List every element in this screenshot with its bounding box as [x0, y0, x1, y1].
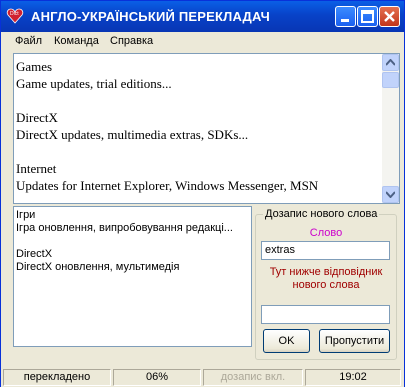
- source-line: Updates for Internet Explorer, Windows M…: [16, 178, 319, 193]
- minimize-icon: [341, 19, 349, 22]
- source-line: Game updates, trial editions...: [16, 76, 172, 91]
- source-line: [16, 143, 384, 160]
- menu-file[interactable]: Файл: [15, 35, 42, 47]
- maximize-button[interactable]: [357, 6, 378, 27]
- source-text: Games Game updates, trial editions... Di…: [16, 58, 384, 194]
- title-bar[interactable]: Dict АНГЛО-УКРАЇНСЬКИЙ ПЕРЕКЛАДАЧ: [1, 1, 404, 32]
- translator-window: Dict АНГЛО-УКРАЇНСЬКИЙ ПЕРЕКЛАДАЧ Файл К…: [0, 0, 405, 387]
- close-icon: [384, 11, 395, 22]
- source-line: [16, 92, 384, 109]
- window-title: АНГЛО-УКРАЇНСЬКИЙ ПЕРЕКЛАДАЧ: [31, 9, 270, 24]
- status-bar: перекладено 06% дозапис вкл. 19:02: [1, 366, 404, 387]
- scroll-up-button[interactable]: [382, 54, 399, 71]
- scroll-thumb[interactable]: [382, 72, 399, 88]
- translation-line: [16, 235, 233, 248]
- source-line: DirectX updates, multimedia extras, SDKs…: [16, 127, 249, 142]
- menu-bar: Файл Команда Справка: [1, 32, 404, 51]
- word-field[interactable]: extras: [261, 241, 390, 260]
- source-scrollbar[interactable]: [382, 54, 399, 203]
- translation-text-area[interactable]: Ігри Ігра оновлення, випробовування реда…: [13, 206, 252, 347]
- minimize-button[interactable]: [335, 6, 356, 27]
- svg-text:Dict: Dict: [10, 11, 19, 17]
- close-button[interactable]: [379, 6, 400, 27]
- translation-line: Ігра оновлення, випробовування редакці..…: [16, 222, 233, 234]
- source-line: Internet: [16, 161, 57, 176]
- status-progress: 06%: [113, 369, 201, 386]
- translation-answer-field[interactable]: [261, 305, 390, 324]
- menu-help[interactable]: Справка: [110, 35, 153, 47]
- source-text-area[interactable]: Games Game updates, trial editions... Di…: [13, 53, 400, 204]
- translation-line: DirectX: [16, 248, 53, 260]
- translation-line: Ігри: [16, 209, 36, 221]
- maximize-icon: [361, 10, 374, 23]
- scroll-down-button[interactable]: [382, 186, 399, 203]
- ok-button[interactable]: OK: [263, 329, 310, 353]
- source-line: DirectX: [16, 110, 58, 125]
- add-word-group-label: Дозапис нового слова: [263, 208, 380, 220]
- skip-button[interactable]: Пропустити: [319, 329, 390, 353]
- word-label: Слово: [309, 227, 343, 239]
- translation-line: DirectX оновлення, мультимедія: [16, 261, 180, 273]
- source-line: Games: [16, 59, 53, 74]
- translation-text: Ігри Ігра оновлення, випробовування реда…: [16, 209, 233, 274]
- translation-prompt: Тут нижче відповідник нового слова: [269, 266, 383, 291]
- status-add-mode: дозапис вкл.: [203, 369, 303, 386]
- status-state: перекладено: [3, 369, 111, 386]
- menu-command[interactable]: Команда: [54, 35, 99, 47]
- status-time: 19:02: [305, 369, 401, 386]
- arrow-up-icon: [386, 59, 395, 66]
- app-heart-icon: Dict: [6, 8, 24, 24]
- arrow-down-icon: [386, 191, 395, 198]
